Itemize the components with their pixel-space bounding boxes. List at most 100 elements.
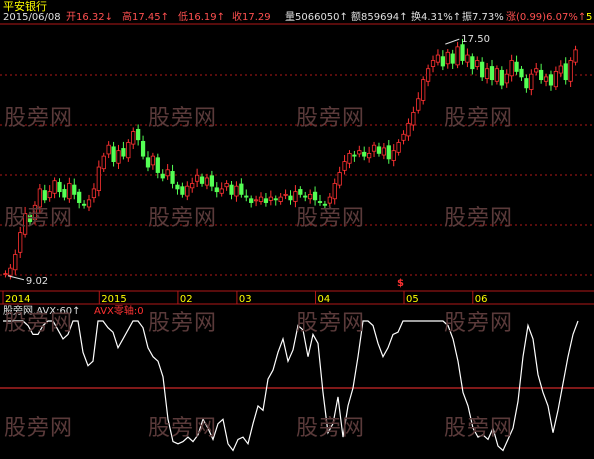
candle-body [342,161,347,171]
amount-arrow: ↑ [399,12,408,23]
candle-body [239,183,244,195]
turnover-label: 换 [411,12,421,23]
candle-body [18,232,23,253]
high-label: 高 [122,12,132,23]
x-tick-label: 05 [406,294,419,305]
candle-body [386,145,391,160]
candle-body [145,157,151,168]
candle-body [160,173,165,179]
candle-body [91,188,97,199]
candle-body [165,169,170,177]
candle-body [509,60,514,77]
candle-body [465,54,470,63]
watermark: 股旁网 [4,416,74,441]
header-trailing: 5 [586,12,593,23]
low-arrow: ↑ [216,12,226,23]
high-arrow: ↑ [160,12,170,23]
close-label: 收 [232,12,242,23]
candle-body [229,184,234,195]
header-amplitude: 振7.73% [462,11,504,25]
candle-body [121,148,126,157]
candle-body [185,185,190,197]
candle-body [367,153,372,159]
candle-body [460,44,465,61]
candle-body [332,183,337,200]
candle-body [101,155,106,170]
candle-body [273,198,278,201]
candle-body [553,71,559,88]
amount-value: 859694 [361,12,400,23]
watermark: 股旁网 [4,106,74,131]
candle-body [67,183,72,200]
candle-body [484,68,490,79]
low-annotation-label: 9.02 [26,276,48,287]
header-volume: 量5066050↑ [285,11,348,25]
candle-body [199,176,205,184]
candle-body [249,198,254,203]
candle-body [455,46,460,66]
candle-body [362,151,367,157]
candle-body [42,190,47,201]
candle-body [278,196,283,202]
candle-body [268,196,273,201]
candle-body [131,131,136,145]
low-value: 16.19 [188,12,217,23]
candle-body [411,112,416,126]
header-turnover: 换4.31%↑ [411,11,461,25]
candle-body [303,195,308,198]
candle-body [190,183,195,189]
candle-body [519,68,524,78]
candle-body [253,199,259,202]
open-label: 开 [66,12,76,23]
amount-label: 额 [351,12,361,23]
event-marker[interactable]: $ [397,277,404,291]
candle-body [563,63,568,81]
candle-body [425,68,431,82]
watermark: 股旁网 [4,311,74,336]
candle-body [558,65,563,74]
candle-body [573,49,578,63]
candle-body [81,203,87,206]
candle-body [180,186,185,195]
header-change: 涨(0.99)6.07%↑ [506,11,586,25]
candle-body [312,191,318,201]
volume-label: 量 [285,12,295,23]
candle-body [543,76,549,82]
watermark: 股旁网 [148,106,218,131]
x-tick-label: 2015 [101,294,126,305]
watermark: 股旁网 [296,311,366,336]
candle-body [298,189,303,195]
candle-body [524,78,529,89]
watermark: 股旁网 [4,206,74,231]
candle-body [371,144,377,152]
open-arrow: ↓ [104,12,114,23]
candle-body [8,267,13,276]
candle-body [489,66,495,81]
candle-body [347,153,352,164]
candle-body [534,68,539,73]
candle-body [450,53,455,64]
watermark: 股旁网 [444,311,514,336]
low-label: 低 [178,12,188,23]
candle-body [529,73,534,90]
x-tick-label: 02 [180,294,193,305]
candle-body [86,199,92,208]
high-annotation-label: 17.50 [461,34,490,45]
candle-body [406,122,411,137]
candle-body [57,181,62,193]
candle-body [376,146,382,154]
candle-body [96,166,101,191]
candle-body [170,171,175,184]
candle-body [440,56,445,67]
candle-body [337,172,342,186]
header-high: 高17.45↑ [122,11,169,25]
candle-body [470,56,475,70]
turnover-arrow: ↑ [452,12,462,23]
candle-body [62,189,67,198]
candle-body [175,184,180,190]
candle-body [204,177,210,186]
candle-body [219,188,224,194]
candle-body [72,184,77,195]
candle-body [140,140,146,157]
watermark: 股旁网 [444,106,514,131]
